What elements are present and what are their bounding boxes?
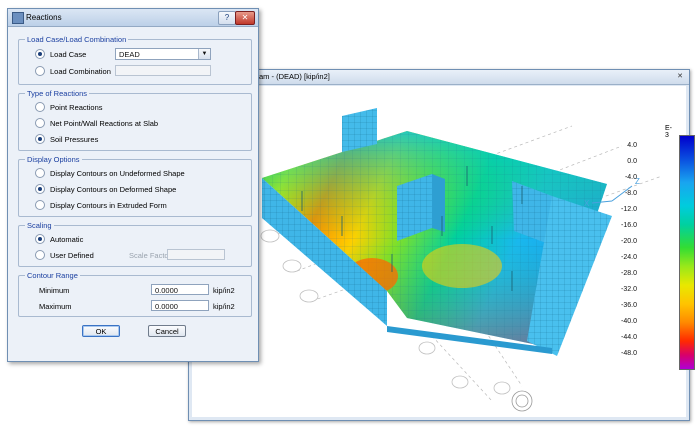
legend-tick: 0.0 [627, 158, 637, 165]
minimum-value: 0.0000 [155, 286, 178, 295]
load-case-radio[interactable]: Load Case [35, 49, 86, 59]
legend-tick: -16.0 [621, 222, 637, 229]
load-case-label: Load Case [50, 50, 87, 59]
reaction-type-group: Type of Reactions Point Reactions Net Po… [18, 89, 252, 151]
model-3d-view: Z X [260, 108, 663, 412]
deformed-shape-radio[interactable]: Display Contours on Deformed Shape [35, 184, 176, 194]
display-options-group-title: Display Options [25, 155, 82, 164]
legend-tick: -48.0 [621, 350, 637, 357]
undeformed-shape-label: Display Contours on Undeformed Shape [50, 169, 185, 178]
maximum-value: 0.0000 [155, 302, 178, 311]
dialog-title: Reactions [26, 13, 62, 22]
plot-window-close-button[interactable]: ✕ [675, 72, 685, 81]
soil-pressures-label: Soil Pressures [50, 135, 99, 144]
user-defined-radio[interactable]: User Defined [35, 250, 94, 260]
plot-window[interactable]: am - (DEAD) [kip/in2] ✕ Z X [188, 69, 690, 421]
soil-pressures-radio[interactable]: Soil Pressures [35, 134, 98, 144]
load-combination-radio[interactable]: Load Combination [35, 66, 111, 76]
maximum-units: kip/in2 [213, 302, 235, 311]
net-reactions-label: Net Point/Wall Reactions at Slab [50, 119, 159, 128]
legend-tick: -8.0 [624, 190, 637, 197]
radio-dot-selected [35, 134, 45, 144]
point-reactions-label: Point Reactions [50, 103, 103, 112]
contour-range-group: Contour Range Minimum 0.0000 kip/in2 Max… [18, 271, 252, 317]
radio-dot-selected [35, 184, 45, 194]
legend-color-bar [679, 135, 695, 370]
load-case-group: Load Case/Load Combination Load Case DEA… [18, 35, 252, 85]
undeformed-shape-radio[interactable]: Display Contours on Undeformed Shape [35, 168, 185, 178]
ok-button[interactable]: OK [82, 325, 120, 337]
extruded-form-label: Display Contours in Extruded Form [50, 201, 167, 210]
dialog-titlebar[interactable]: Reactions ? ✕ [8, 9, 258, 27]
cancel-button[interactable]: Cancel [148, 325, 186, 337]
plot-window-titlebar[interactable]: am - (DEAD) [kip/in2] ✕ [189, 70, 689, 85]
load-case-value: DEAD [119, 50, 140, 59]
load-case-select[interactable]: DEAD ▼ [115, 48, 211, 60]
radio-dot [35, 102, 45, 112]
scaling-group-title: Scaling [25, 221, 54, 230]
plot-canvas[interactable]: Z X [192, 86, 686, 417]
legend-tick: -40.0 [621, 318, 637, 325]
reactions-dialog[interactable]: Reactions ? ✕ Load Case/Load Combination… [7, 8, 259, 362]
user-defined-label: User Defined [50, 251, 94, 260]
legend-tick: -32.0 [621, 286, 637, 293]
minimum-label: Minimum [39, 286, 70, 295]
legend-tick: -44.0 [621, 334, 637, 341]
compass-icon [511, 390, 533, 412]
automatic-label: Automatic [50, 235, 84, 244]
scale-factor-label: Scale Factor [129, 251, 172, 260]
automatic-radio[interactable]: Automatic [35, 234, 83, 244]
axis-x-label: X [584, 199, 590, 208]
radio-dot [35, 66, 45, 76]
load-case-group-title: Load Case/Load Combination [25, 35, 129, 44]
point-reactions-radio[interactable]: Point Reactions [35, 102, 103, 112]
load-combination-select[interactable] [115, 65, 211, 76]
legend-tick: 4.0 [627, 142, 637, 149]
app-icon [12, 12, 24, 24]
legend-tick: -12.0 [621, 206, 637, 213]
scaling-group: Scaling Automatic User Defined Scale Fac… [18, 221, 252, 267]
radio-dot-selected [35, 49, 45, 59]
load-combination-label: Load Combination [50, 67, 111, 76]
legend-tick: -4.0 [624, 174, 637, 181]
legend-tick: -24.0 [621, 254, 637, 261]
legend-tick: -20.0 [621, 238, 637, 245]
maximum-input[interactable]: 0.0000 [151, 300, 209, 311]
deformed-shape-label: Display Contours on Deformed Shape [50, 185, 177, 194]
legend-units: E-3 [665, 125, 672, 139]
radio-dot [35, 118, 45, 128]
display-options-group: Display Options Display Contours on Unde… [18, 155, 252, 217]
net-reactions-radio[interactable]: Net Point/Wall Reactions at Slab [35, 118, 158, 128]
radio-dot [35, 168, 45, 178]
scale-factor-input[interactable] [167, 249, 225, 260]
minimum-input[interactable]: 0.0000 [151, 284, 209, 295]
radio-dot [35, 250, 45, 260]
reaction-type-group-title: Type of Reactions [25, 89, 90, 98]
close-button[interactable]: ✕ [235, 11, 255, 25]
radio-dot [35, 200, 45, 210]
plot-window-title: am - (DEAD) [kip/in2] [259, 72, 330, 81]
contour-range-group-title: Contour Range [25, 271, 80, 280]
minimum-units: kip/in2 [213, 286, 235, 295]
extruded-form-radio[interactable]: Display Contours in Extruded Form [35, 200, 167, 210]
chevron-down-icon[interactable]: ▼ [198, 49, 210, 59]
maximum-label: Maximum [39, 302, 72, 311]
help-button[interactable]: ? [218, 11, 236, 25]
radio-dot-selected [35, 234, 45, 244]
legend-tick: -28.0 [621, 270, 637, 277]
legend-tick: -36.0 [621, 302, 637, 309]
